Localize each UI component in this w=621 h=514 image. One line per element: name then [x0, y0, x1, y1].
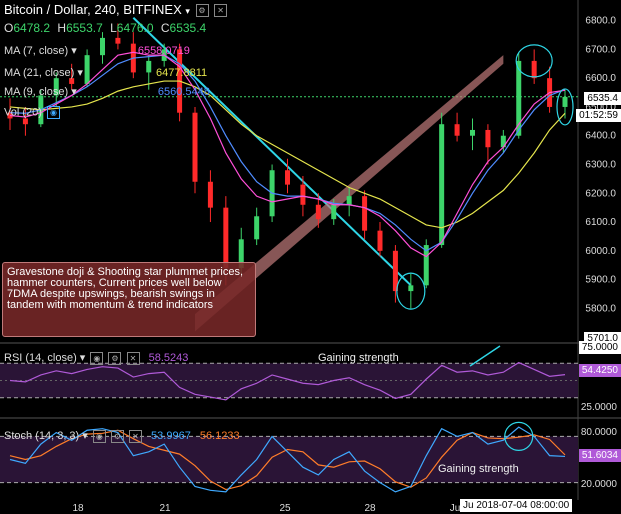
rsi-legend[interactable]: RSI (14, close) ▾ ◉ ⚙ ✕ 58.5243 — [4, 351, 188, 365]
open-value: 6478.2 — [13, 21, 51, 35]
ma21-value: 6477.8811 — [155, 67, 208, 79]
x-tick-label: 25 — [279, 503, 291, 514]
countdown-tag: 01:52:59 — [576, 109, 621, 122]
candle-body — [315, 204, 321, 220]
candle-body — [300, 184, 306, 205]
candle-body — [362, 196, 368, 231]
price-tick-label: 6800.0 — [585, 16, 616, 27]
ma21-legend[interactable]: MA (21, close) ▾ 6477.8811 — [4, 66, 207, 79]
ma7-legend[interactable]: MA (7, close) ▾ 6558.0719 — [4, 44, 190, 57]
candle-body — [485, 129, 491, 148]
stoch-k-value: 53.9967 — [151, 430, 191, 442]
eye-icon[interactable]: ◉ — [92, 429, 106, 443]
price-tick-label: 6400.0 — [585, 131, 616, 142]
price-tick-label: 6300.0 — [585, 159, 616, 170]
eye-icon[interactable]: ◉ — [90, 351, 104, 365]
bearish-trendline — [132, 17, 412, 287]
x-tick-label: 21 — [159, 503, 171, 514]
stoch-note: Gaining strength — [438, 463, 519, 475]
candle-body — [377, 230, 383, 251]
close-icon[interactable]: ✕ — [128, 429, 142, 443]
candle-body — [254, 216, 260, 240]
price-tick-label: 6700.0 — [585, 44, 616, 55]
settings-icon[interactable]: ⚙ — [195, 4, 209, 18]
low-value: 6476.0 — [116, 21, 154, 35]
symbol-title[interactable]: Bitcoin / Dollar, 240, BITFINEX — [4, 2, 182, 17]
ma9-value: 6560.5448 — [157, 86, 210, 98]
close-icon[interactable]: ✕ — [214, 4, 228, 18]
rsi-note: Gaining strength — [318, 352, 399, 364]
candle-body — [223, 207, 229, 269]
candle-body — [454, 124, 460, 136]
price-tick-label: 6200.0 — [585, 188, 616, 199]
ma21-line — [9, 80, 566, 229]
settings-icon[interactable]: ⚙ — [108, 351, 122, 365]
stoch-top-label: 80.0000 — [580, 427, 617, 438]
rsi-value: 58.5243 — [148, 352, 189, 364]
last-price-tag: 6535.4 — [584, 92, 621, 105]
candle-body — [346, 196, 352, 205]
candle-body — [331, 204, 337, 220]
chart-header: Bitcoin / Dollar, 240, BITFINEX ▾ ⚙ ✕ — [4, 2, 228, 18]
price-tick-label: 5800.0 — [585, 303, 616, 314]
close-icon[interactable]: ✕ — [126, 351, 140, 365]
annotation-callout: Gravestone doji & Shooting star plummet … — [2, 262, 256, 337]
x-tick-label: 18 — [72, 503, 84, 514]
rsi-bottom-label: 25.0000 — [580, 402, 617, 413]
rsi-top-tag: 75.0000 — [578, 341, 621, 354]
candle-body — [69, 78, 75, 84]
candle-body — [531, 60, 537, 79]
ma9-legend[interactable]: MA (9, close) ▾ 6560.5448 — [4, 85, 210, 98]
stoch-last-tag: 51.6034 — [578, 449, 621, 462]
candle-body — [285, 170, 290, 185]
candle-body — [207, 181, 213, 208]
settings-icon[interactable]: ⚙ — [110, 429, 124, 443]
volume-legend[interactable]: Vol (20) ◉ — [4, 106, 60, 119]
ma7-value: 6558.0719 — [137, 45, 190, 57]
chevron-down-icon[interactable]: ▾ — [185, 6, 190, 16]
stoch-d-value: 56.1233 — [199, 430, 240, 442]
x-tick-label: Ju — [450, 503, 461, 514]
high-value: 6553.7 — [66, 21, 103, 35]
price-tick-label: 6100.0 — [585, 217, 616, 228]
x-tick-label: 28 — [364, 503, 376, 514]
candle-body — [192, 112, 198, 182]
price-tick-label: 5900.0 — [585, 275, 616, 286]
candle-body — [408, 285, 414, 292]
rsi-last-tag: 54.4250 — [578, 364, 621, 377]
candle-body — [115, 37, 121, 44]
stoch-legend[interactable]: Stoch (14, 3, 3) ▾ ◉ ⚙ ✕ 53.9967 56.1233 — [4, 429, 240, 443]
price-tick-label: 6600.0 — [585, 73, 616, 84]
ohlc-readout: O6478.2 H6553.7 L6476.0 C6535.4 — [4, 21, 207, 35]
price-tick-label: 6000.0 — [585, 246, 616, 257]
close-value: 6535.4 — [169, 21, 207, 35]
stoch-bottom-label: 20.0000 — [580, 479, 617, 490]
crosshair-date-tag: Ju 2018-07-04 08:00:00 — [460, 499, 573, 512]
candle-body — [470, 129, 475, 136]
candle-body — [562, 96, 568, 107]
candle-body — [22, 118, 28, 125]
eye-icon[interactable]: ◉ — [46, 106, 60, 119]
